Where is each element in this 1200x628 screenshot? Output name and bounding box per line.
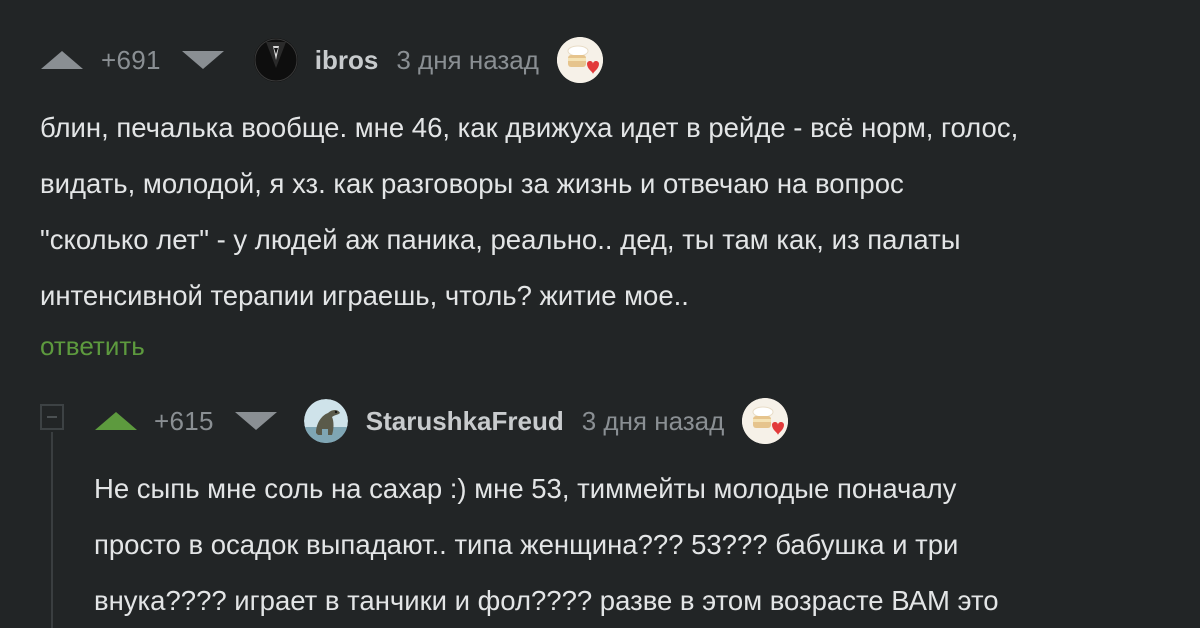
upvote-button[interactable] xyxy=(40,46,84,74)
comment-body: блин, печалька вообще. мне 46, как движу… xyxy=(40,112,1019,311)
comment-body: Не сыпь мне соль на сахар :) мне 53, тим… xyxy=(94,473,999,616)
comment-author[interactable]: StarushkaFreud xyxy=(366,406,564,437)
cake-heart-icon xyxy=(556,37,603,83)
award-badge xyxy=(556,37,603,83)
comment-time: 3 дня назад xyxy=(581,405,725,436)
downvote-arrow-icon xyxy=(234,412,277,430)
downvote-arrow-icon xyxy=(181,51,224,69)
user-avatar[interactable] xyxy=(303,399,348,443)
comment-time: 3 дня назад xyxy=(396,44,539,75)
award-badge xyxy=(742,398,789,444)
comments-page: +691 ibros 3 дня назад блин, печалька во… xyxy=(0,0,1200,628)
downvote-button[interactable] xyxy=(181,46,225,74)
collapse-thread-button[interactable] xyxy=(40,404,64,430)
comment-header: +615 StarushkaFreud 3 дня назад xyxy=(94,393,789,449)
minus-icon xyxy=(47,416,57,418)
upvote-button[interactable] xyxy=(94,407,138,435)
downvote-button[interactable] xyxy=(234,407,278,435)
tuxedo-avatar-icon xyxy=(253,38,298,82)
dinosaur-avatar-icon xyxy=(303,399,348,443)
thread-line[interactable] xyxy=(51,432,53,628)
upvote-arrow-icon xyxy=(41,51,83,69)
cake-heart-icon xyxy=(742,398,789,444)
comment-rating: +615 xyxy=(154,405,214,436)
reply-link[interactable]: ответить xyxy=(40,331,145,362)
upvote-arrow-icon xyxy=(95,412,137,430)
user-avatar[interactable] xyxy=(253,38,298,82)
comment-header: +691 ibros 3 дня назад xyxy=(40,32,603,88)
comment-author[interactable]: ibros xyxy=(315,45,379,76)
comment-rating: +691 xyxy=(101,44,161,75)
